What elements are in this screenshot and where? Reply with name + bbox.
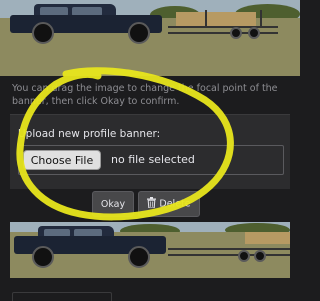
photo-truck-wheel <box>32 22 54 44</box>
banner-help-text: You can drag the image to change the foc… <box>12 83 278 107</box>
photo-trailer-wheel <box>238 250 250 262</box>
photo-hay-bales <box>245 232 290 244</box>
okay-button[interactable]: Okay <box>92 191 134 217</box>
file-input[interactable]: Choose File no file selected <box>18 145 284 175</box>
upload-label: Upload new profile banner: <box>18 128 161 140</box>
photo-trailer-wheel <box>248 27 260 39</box>
banner-photo-top[interactable] <box>0 0 300 76</box>
upload-panel: Upload new profile banner: Choose File n… <box>10 114 290 189</box>
banner-photo-preview <box>10 222 290 278</box>
photo-trailer-post <box>260 10 262 28</box>
photo-truck-wheel <box>128 246 150 268</box>
photo-truck-wheel <box>128 22 150 44</box>
delete-label: Delete <box>159 198 191 210</box>
photo-trailer <box>168 248 290 256</box>
trash-icon <box>147 197 157 211</box>
photo-trailer-post <box>205 10 207 28</box>
delete-button[interactable]: Delete <box>138 191 200 217</box>
photo-trailer-wheel <box>254 250 266 262</box>
file-status-text: no file selected <box>111 153 195 166</box>
photo-trailer-wheel <box>230 27 242 39</box>
choose-file-button[interactable]: Choose File <box>23 150 101 170</box>
photo-truck-wheel <box>32 246 54 268</box>
